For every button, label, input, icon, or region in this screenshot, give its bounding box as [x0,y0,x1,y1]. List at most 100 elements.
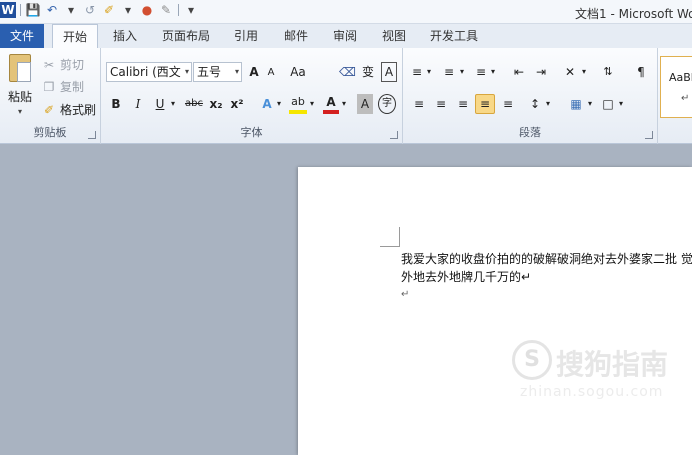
format-painter-button[interactable]: ✐ 格式刷 [42,100,96,120]
bullets-dropdown-icon[interactable]: ▾ [425,62,433,82]
multilevel-list-icon[interactable]: ≡ [473,62,489,82]
char-border-button[interactable]: A [381,62,397,82]
align-center-icon[interactable]: ≡ [433,94,449,114]
grow-font-button[interactable]: A [246,62,262,82]
highlight-button[interactable]: ab [289,94,307,114]
shading-icon[interactable]: ▦ [567,94,585,114]
margin-corner-mark [380,246,400,247]
undo-dropdown-icon[interactable]: ▾ [63,2,79,18]
watermark-url: zhinan.sogou.com [520,384,664,400]
tab-home[interactable]: 开始 [52,24,98,49]
align-right-icon[interactable]: ≡ [455,94,471,114]
show-marks-icon[interactable]: ¶ [633,62,649,82]
clipboard-launcher-icon[interactable] [88,131,96,139]
borders-dropdown-icon[interactable]: ▾ [617,94,625,114]
tab-references[interactable]: 引用 [228,24,264,48]
numbering-icon[interactable]: ≡ [441,62,457,82]
line-spacing-dropdown-icon[interactable]: ▾ [544,94,552,114]
pen-icon[interactable]: ✎ [158,2,174,18]
brush-dropdown-icon[interactable]: ▾ [120,2,136,18]
tab-file[interactable]: 文件 [0,24,44,48]
shading-dropdown-icon[interactable]: ▾ [586,94,594,114]
bullets-icon[interactable]: ≡ [409,62,425,82]
shrink-font-button[interactable]: A [264,63,278,83]
undo-icon[interactable]: ↶ [44,2,60,18]
tab-view[interactable]: 视图 [376,24,412,48]
text-effect-dropdown-icon[interactable]: ▾ [275,94,283,114]
document-page[interactable] [298,167,692,455]
highlight-dropdown-icon[interactable]: ▾ [308,94,316,114]
margin-corner-mark [399,227,400,247]
tab-developer[interactable]: 开发工具 [426,24,482,48]
font-color-dropdown-icon[interactable]: ▾ [340,94,348,114]
quick-access-toolbar: W 💾 ↶ ▾ ↺ ✐ ▾ ● ✎ ▾ [0,2,199,18]
tab-review[interactable]: 审阅 [327,24,363,48]
strikethrough-button[interactable]: abc [183,94,205,114]
empty-paragraph-mark[interactable]: ↵ [401,289,409,300]
sogou-watermark-logo: S [512,340,552,380]
justify-icon[interactable]: ≡ [475,94,495,114]
customize-qat-icon[interactable]: ▾ [183,2,199,18]
font-group-label: 字体 [240,126,263,139]
underline-dropdown-icon[interactable]: ▾ [169,94,177,114]
chevron-down-icon: ▾ [184,67,189,76]
chinese-layout-dropdown-icon[interactable]: ▾ [580,62,588,82]
save-icon[interactable]: 💾 [25,2,41,18]
paragraph-launcher-icon[interactable] [645,131,653,139]
paste-dropdown-icon[interactable]: ▾ [18,107,22,116]
clear-format-icon[interactable]: ⌫ [339,62,356,82]
copy-icon: ❐ [43,80,55,94]
multilevel-dropdown-icon[interactable]: ▾ [489,62,497,82]
distribute-icon[interactable]: ≡ [499,94,517,114]
word-app-icon[interactable]: W [0,2,16,18]
copy-label: 复制 [60,80,85,94]
style-gallery-item[interactable]: AaBl ↵ [660,56,692,118]
increase-indent-icon[interactable]: ⇥ [533,62,549,82]
italic-button[interactable]: I [131,94,145,114]
enclose-char-button[interactable]: 字 [378,94,396,114]
decrease-indent-icon[interactable]: ⇤ [511,62,527,82]
paragraph-group-label: 段落 [519,126,541,139]
qat-separator [20,4,21,16]
text-effect-button[interactable]: A [259,94,275,114]
numbering-dropdown-icon[interactable]: ▾ [458,62,466,82]
sort-icon[interactable]: ⇅ [599,62,617,82]
title-bar: W 💾 ↶ ▾ ↺ ✐ ▾ ● ✎ ▾ 文档1 - Microsoft Wo [0,0,692,24]
underline-button[interactable]: U [153,94,167,114]
cut-label: 剪切 [60,58,85,72]
paste-button[interactable]: 粘贴 ▾ [5,54,35,120]
format-brush-icon[interactable]: ✐ [101,2,117,18]
bold-button[interactable]: B [109,94,123,114]
font-color-button[interactable]: A [323,94,339,114]
borders-icon[interactable]: □ [600,94,616,114]
tab-mailings[interactable]: 邮件 [278,24,314,48]
format-painter-icon: ✐ [43,103,55,117]
char-shading-button[interactable]: A [357,94,373,114]
tab-page-layout[interactable]: 页面布局 [158,24,214,48]
chinese-layout-icon[interactable]: ✕ [561,62,579,82]
change-case-button[interactable]: Aa [285,62,311,82]
document-text-line[interactable]: 我爱大家的收盘价拍的的破解破洞绝对去外婆家二批 觉 [401,250,692,267]
ribbon: 粘贴 ▾ ✂ 剪切 ❐ 复制 ✐ 格式刷 剪贴板 Calibri (西文 ▾ 五… [0,48,692,144]
document-text-line[interactable]: 外地去外地牌几千万的↵ [401,268,531,285]
clipboard-group-label: 剪贴板 [33,126,67,139]
scissors-icon: ✂ [43,58,55,72]
phonetic-guide-button[interactable]: 变 [359,62,377,82]
font-name-value: Calibri (西文 [110,65,181,79]
line-spacing-icon[interactable]: ↕ [527,94,543,114]
subscript-button[interactable]: x₂ [208,94,224,114]
qat-separator [178,4,179,16]
window-title: 文档1 - Microsoft Wo [575,7,692,21]
superscript-button[interactable]: x² [229,94,245,114]
font-name-dropdown[interactable]: Calibri (西文 ▾ [106,62,192,82]
cut-button[interactable]: ✂ 剪切 [42,55,84,75]
color-wheel-icon[interactable]: ● [139,2,155,18]
tab-insert[interactable]: 插入 [107,24,143,48]
copy-button[interactable]: ❐ 复制 [42,77,84,97]
style-sample-text: AaBl [669,71,692,84]
align-left-icon[interactable]: ≡ [411,94,427,114]
font-launcher-icon[interactable] [390,131,398,139]
font-size-dropdown[interactable]: 五号 ▾ [193,62,242,82]
clipboard-group: 粘贴 ▾ ✂ 剪切 ❐ 复制 ✐ 格式刷 剪贴板 [0,48,101,144]
redo-icon[interactable]: ↺ [82,2,98,18]
